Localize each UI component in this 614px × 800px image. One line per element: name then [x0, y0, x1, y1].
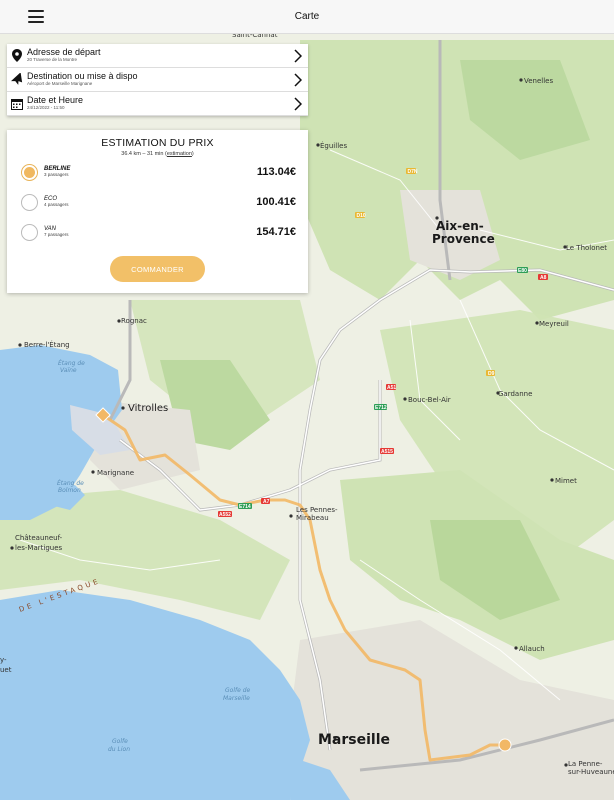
svg-text:E80: E80: [518, 268, 527, 274]
svg-text:Marseille: Marseille: [223, 695, 250, 702]
map-label-allauch: Allauch: [519, 645, 545, 653]
map-label-tholonet: Le Tholonet: [566, 244, 607, 252]
vehicle-option-eco[interactable]: ECO 4 passagers 100.41€: [21, 191, 296, 213]
radio-selected[interactable]: [21, 163, 38, 181]
svg-text:Mirabeau: Mirabeau: [296, 514, 329, 522]
map-label-pennes: Les Pennes-: [296, 506, 338, 514]
destination-value: Aéroport de Marseille Marignane: [27, 81, 93, 87]
vehicle-passengers: 3 passagers: [44, 172, 69, 178]
trip-form: Adresse de départ 20 Traverse de la Mont…: [7, 44, 308, 116]
price-estimate-card: ESTIMATION DU PRIX 36.4 km – 31 min (est…: [7, 130, 308, 293]
datetime-label: Date et Heure: [27, 95, 84, 106]
estimate-title: ESTIMATION DU PRIX: [101, 137, 214, 149]
departure-label: Adresse de départ: [27, 47, 101, 58]
datetime-row[interactable]: Date et Heure 24/12/2022 - 11:50: [7, 92, 308, 116]
datetime-value: 24/12/2022 - 11:50: [27, 105, 65, 111]
svg-text:y-: y-: [0, 656, 7, 664]
svg-text:A8: A8: [540, 275, 547, 281]
departure-value: 20 Traverse de la Montre: [27, 57, 78, 63]
map-label-rognac: Rognac: [121, 317, 147, 325]
radio-unselected[interactable]: [21, 223, 38, 241]
top-bar: Carte: [0, 0, 614, 34]
map-label-meyreuil: Meyreuil: [539, 320, 569, 328]
vehicle-name: ECO: [44, 196, 58, 203]
svg-text:Vaïne: Vaïne: [60, 367, 77, 374]
vehicle-price: 113.04€: [256, 166, 296, 178]
map-label-gardanne: Gardanne: [498, 390, 532, 398]
hamburger-menu-icon[interactable]: [28, 10, 44, 23]
chevron-right-icon: [294, 97, 302, 111]
svg-text:A51: A51: [387, 385, 396, 391]
map-label-vitrolles: Vitrolles: [128, 403, 168, 414]
vehicle-passengers: 4 passagers: [44, 202, 69, 208]
svg-text:A7: A7: [263, 499, 270, 505]
map-label-berre: Berre-l'Étang: [24, 340, 70, 349]
svg-text:Étang de: Étang de: [57, 479, 84, 487]
estimate-link[interactable]: estimation: [167, 151, 192, 157]
svg-text:E714: E714: [239, 504, 251, 510]
map-label-marseille: Marseille: [318, 732, 390, 748]
svg-text:A552: A552: [219, 512, 231, 518]
map-label-marignane: Marignane: [97, 469, 134, 477]
svg-text:du Lion: du Lion: [108, 746, 130, 753]
svg-text:Étang de: Étang de: [58, 359, 85, 367]
map-label-eguilles: Éguilles: [320, 141, 347, 150]
svg-text:Bolmon: Bolmon: [58, 487, 81, 494]
svg-text:E712: E712: [375, 405, 387, 411]
map-label-venelles: Venelles: [524, 77, 553, 85]
map-label-aix: Aix-en-: [436, 219, 484, 233]
map-pin-icon: [7, 49, 27, 62]
svg-text:D9: D9: [488, 371, 495, 377]
vehicle-name: BERLINE: [44, 166, 71, 173]
vehicle-price: 154.71€: [256, 226, 296, 238]
map-label-mimet: Mimet: [555, 477, 577, 485]
chevron-right-icon: [294, 73, 302, 87]
route-end-marker[interactable]: [498, 738, 512, 752]
map-label-chateauneuf: Châteauneuf-: [15, 534, 63, 542]
estimate-summary: 36.4 km – 31 min (estimation): [121, 151, 194, 157]
svg-text:D7N: D7N: [408, 169, 418, 175]
map-label-bouc: Bouc-Bel-Air: [408, 396, 451, 404]
airplane-icon: [7, 72, 27, 87]
svg-text:les-Martigues: les-Martigues: [15, 544, 63, 552]
vehicle-price: 100.41€: [256, 196, 296, 208]
svg-text:Golfe de: Golfe de: [225, 687, 251, 694]
order-button[interactable]: COMMANDER: [110, 256, 205, 282]
calendar-icon: [7, 98, 27, 110]
vehicle-name: VAN: [44, 226, 57, 233]
destination-row[interactable]: Destination ou mise à dispo Aéroport de …: [7, 68, 308, 92]
vehicle-option-van[interactable]: VAN 7 passagers 154.71€: [21, 221, 296, 243]
departure-row[interactable]: Adresse de départ 20 Traverse de la Mont…: [7, 44, 308, 68]
map-view[interactable]: D7N D10 D9 A8 E80 A51 E712 A515 A7 E714 …: [0, 0, 614, 800]
svg-text:sur-Huveaune: sur-Huveaune: [568, 768, 614, 776]
destination-label: Destination ou mise à dispo: [27, 71, 138, 82]
vehicle-passengers: 7 passagers: [44, 232, 69, 238]
svg-text:uet: uet: [0, 666, 12, 674]
chevron-right-icon: [294, 49, 302, 63]
svg-text:D10: D10: [357, 213, 366, 219]
map-label-penne-huveaune: La Penne-: [568, 760, 603, 768]
page-title: Carte: [294, 11, 320, 22]
svg-text:A515: A515: [381, 449, 393, 455]
svg-text:Golfe: Golfe: [112, 738, 128, 745]
radio-unselected[interactable]: [21, 193, 38, 211]
svg-text:Provence: Provence: [432, 232, 495, 246]
vehicle-option-berline[interactable]: BERLINE 3 passagers 113.04€: [21, 161, 296, 183]
